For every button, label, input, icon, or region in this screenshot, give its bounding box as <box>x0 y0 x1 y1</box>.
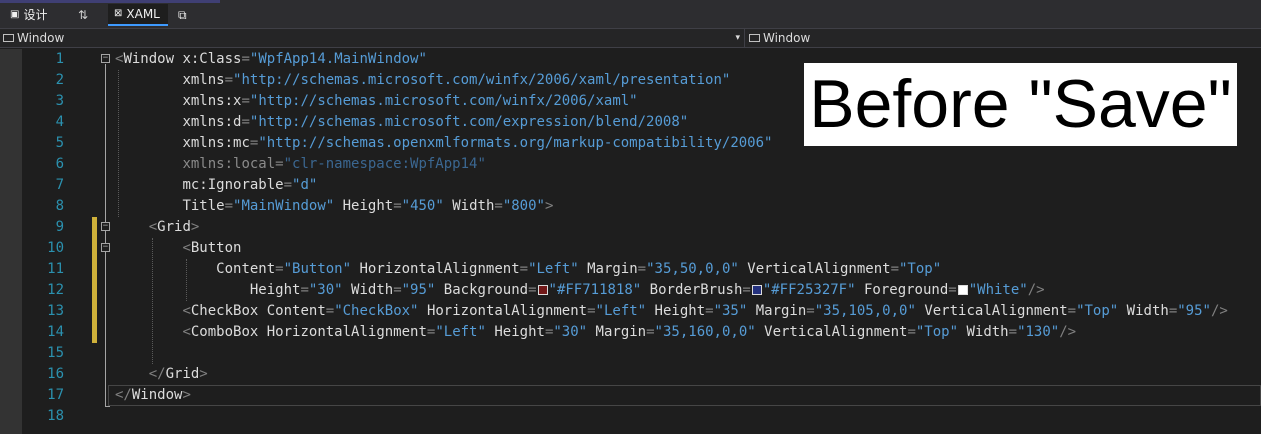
tab-design[interactable]: ▣ 设计 <box>4 4 53 26</box>
code-line[interactable]: 14 <ComboBox HorizontalAlignment="Left" … <box>0 322 1261 343</box>
line-number: 14 <box>47 324 64 340</box>
code-line[interactable]: 16 </Grid> <box>0 364 1261 385</box>
chevron-down-icon[interactable]: ▾ <box>735 29 740 47</box>
line-number: 8 <box>55 198 64 214</box>
line-number: 2 <box>55 72 64 88</box>
tabstrip-accent-line <box>0 0 220 3</box>
annotation-caption: Before "Save" <box>804 63 1237 146</box>
code-text: Title="MainWindow" Height="450" Width="8… <box>182 198 554 214</box>
xaml-view-icon: ⊠ <box>114 8 123 19</box>
collapse-icon[interactable]: − <box>101 243 110 252</box>
code-text: </Window> <box>115 387 191 403</box>
line-number: 3 <box>55 93 64 109</box>
element-dropdown-right-value: Window <box>763 31 811 45</box>
line-number: 7 <box>55 177 64 193</box>
code-line[interactable]: 15 <box>0 343 1261 364</box>
code-line[interactable]: 18 <box>0 406 1261 427</box>
code-text: <ComboBox HorizontalAlignment="Left" Hei… <box>182 324 1077 340</box>
line-number: 11 <box>47 261 64 277</box>
element-dropdown-right[interactable]: Window <box>746 29 1261 47</box>
popout-button[interactable]: ⧉ <box>172 4 193 26</box>
change-marker <box>92 280 97 301</box>
code-line[interactable]: 6 xmlns:local="clr-namespace:WpfApp14" <box>0 154 1261 175</box>
color-swatch-background[interactable] <box>537 285 548 295</box>
line-number: 4 <box>55 114 64 130</box>
line-number: 16 <box>47 366 64 382</box>
code-text: </Grid> <box>148 366 208 382</box>
collapse-icon[interactable]: − <box>101 222 110 231</box>
line-number: 13 <box>47 303 64 319</box>
element-dropdown-left-value: Window <box>17 31 65 45</box>
line-number: 10 <box>47 240 64 256</box>
code-line[interactable]: 12 Height="30" Width="95" Background= "#F… <box>0 280 1261 301</box>
code-text: <Grid> <box>148 219 200 235</box>
code-text: xmlns:local="clr-namespace:WpfApp14" <box>182 156 486 172</box>
window-icon <box>3 34 14 42</box>
code-text: Height="30" Width="95" Background= "#FF71… <box>249 282 1045 298</box>
swap-panes-button[interactable]: ⇅ <box>72 4 94 26</box>
code-line[interactable]: 7 mc:Ignorable="d" <box>0 175 1261 196</box>
change-marker <box>92 259 97 280</box>
code-line[interactable]: 8 Title="MainWindow" Height="450" Width=… <box>0 196 1261 217</box>
code-text: xmlns:x="http://schemas.microsoft.com/wi… <box>182 93 638 109</box>
code-line[interactable]: 10 − <Button <box>0 238 1261 259</box>
color-swatch-foreground[interactable] <box>957 285 968 295</box>
code-line[interactable]: 9 − <Grid> <box>0 217 1261 238</box>
swap-panes-icon: ⇅ <box>78 8 89 22</box>
collapse-icon[interactable]: − <box>101 54 110 63</box>
code-line-current[interactable]: 17 </Window> <box>0 385 1261 406</box>
change-marker <box>92 238 97 259</box>
code-text: mc:Ignorable="d" <box>182 177 318 193</box>
design-view-icon: ▣ <box>10 9 20 20</box>
popout-icon: ⧉ <box>178 8 187 22</box>
element-dropdown-left[interactable]: Window ▾ <box>0 29 744 47</box>
tab-design-label: 设计 <box>23 8 48 22</box>
line-number: 6 <box>55 156 64 172</box>
line-number: 5 <box>55 135 64 151</box>
current-line-highlight <box>108 385 1261 406</box>
window-icon <box>749 34 760 42</box>
code-text: <Window x:Class="WpfApp14.MainWindow" <box>115 51 427 67</box>
code-text: <Button <box>182 240 242 256</box>
line-number: 15 <box>47 345 64 361</box>
code-text: Content="Button" HorizontalAlignment="Le… <box>216 261 942 277</box>
line-number: 1 <box>55 51 64 67</box>
change-marker <box>92 217 97 238</box>
dropdown-divider <box>744 29 745 47</box>
code-text: xmlns="http://schemas.microsoft.com/winf… <box>182 72 731 88</box>
line-number: 18 <box>47 408 64 424</box>
view-tabstrip: ▣ 设计 ⇅ ⊠ XAML ⧉ <box>0 0 1261 28</box>
code-line[interactable]: 11 Content="Button" HorizontalAlignment=… <box>0 259 1261 280</box>
tab-xaml[interactable]: ⊠ XAML <box>108 4 168 26</box>
code-text: xmlns:mc="http://schemas.openxmlformats.… <box>182 135 773 151</box>
navigation-bar: Window ▾ Window <box>0 28 1261 48</box>
change-marker <box>92 301 97 322</box>
line-number: 9 <box>55 219 64 235</box>
code-text: <CheckBox Content="CheckBox" HorizontalA… <box>182 303 1228 319</box>
change-marker <box>92 322 97 343</box>
line-number: 12 <box>47 282 64 298</box>
code-text: xmlns:d="http://schemas.microsoft.com/ex… <box>182 114 689 130</box>
color-swatch-borderbrush[interactable] <box>751 285 762 295</box>
code-line[interactable]: 13 <CheckBox Content="CheckBox" Horizont… <box>0 301 1261 322</box>
tab-xaml-label: XAML <box>126 7 160 21</box>
line-number: 17 <box>47 387 64 403</box>
